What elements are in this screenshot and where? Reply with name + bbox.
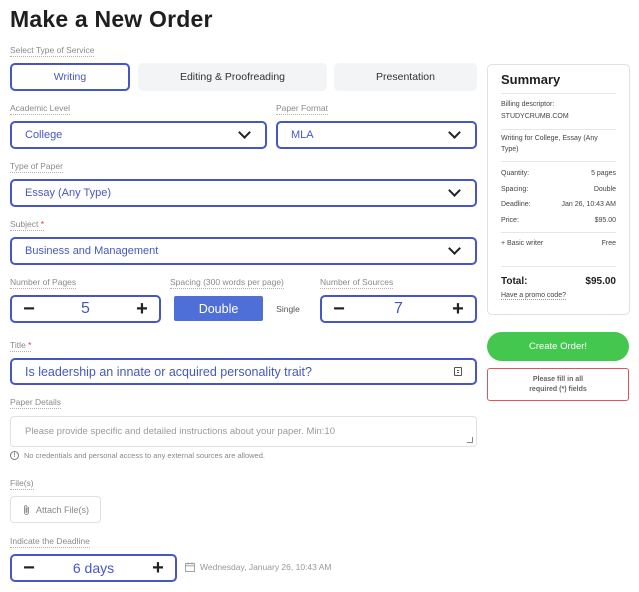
billing-descriptor-label: Billing descriptor: — [501, 101, 555, 108]
row-value: 5 pages — [591, 170, 616, 177]
spacing-double-button[interactable]: Double — [174, 296, 263, 321]
row-key: Price: — [501, 216, 519, 224]
paper-details-textarea[interactable]: Please provide specific and detailed ins… — [10, 416, 477, 447]
warning-line-2: required (*) fields — [529, 385, 587, 393]
total-divider — [501, 266, 616, 267]
paper-details-label: Paper Details — [10, 397, 62, 409]
paper-details-placeholder: Please provide specific and detailed ins… — [25, 426, 335, 437]
service-presentation[interactable]: Presentation — [334, 63, 477, 91]
total-label: Total: — [501, 276, 528, 287]
subject-select[interactable]: Business and Management — [10, 237, 477, 265]
type-of-paper-value: Essay (Any Type) — [25, 187, 111, 199]
service-writing[interactable]: Writing — [10, 63, 130, 91]
summary-row-spacing: Spacing: Double — [501, 182, 616, 198]
subject-value: Business and Management — [25, 245, 159, 257]
title-value: Is leadership an innate or acquired pers… — [25, 364, 312, 379]
service-editing[interactable]: Editing & Proofreading — [138, 63, 327, 91]
minus-icon[interactable]: − — [330, 299, 348, 319]
required-mark: * — [40, 219, 45, 229]
minus-icon[interactable]: − — [20, 558, 38, 578]
deadline-value: 6 days — [72, 560, 115, 576]
counter-icon — [454, 367, 462, 376]
chevron-down-icon — [448, 184, 461, 197]
order-description: Writing for College, Essay (Any Type) — [501, 134, 616, 162]
required-mark: * — [28, 340, 32, 350]
deadline-date-text: Wednesday, January 26, 10:43 AM — [200, 562, 332, 572]
pages-stepper[interactable]: − 5 + — [10, 295, 161, 323]
required-fields-warning: Please fill in all required (*) fields — [487, 368, 629, 401]
resize-handle-icon[interactable] — [467, 437, 473, 443]
summary-total: Total: $95.00 — [501, 276, 616, 287]
title-label-text: Title — [10, 340, 26, 350]
academic-level-label: Academic Level — [10, 103, 71, 115]
paperclip-icon — [24, 504, 29, 515]
pages-value: 5 — [81, 300, 90, 317]
row-key: Deadline: — [501, 201, 531, 208]
sources-label: Number of Sources — [320, 277, 394, 289]
deadline-label: Indicate the Deadline — [10, 536, 90, 548]
row-key: Spacing: — [501, 185, 529, 193]
paper-format-value: MLA — [291, 129, 314, 141]
academic-level-select[interactable]: College — [10, 121, 267, 149]
minus-icon[interactable]: − — [20, 299, 38, 319]
warning-line-1: Please fill in all — [532, 375, 584, 383]
title-input[interactable]: Is leadership an innate or acquired pers… — [10, 358, 477, 385]
row-value: Double — [593, 185, 616, 193]
files-label: File(s) — [10, 478, 34, 490]
type-of-paper-label: Type of Paper — [10, 161, 63, 173]
attach-files-button[interactable]: Attach File(s) — [10, 496, 101, 523]
subject-label-text: Subject — [10, 219, 39, 229]
title-label: Title * — [10, 340, 32, 352]
note-text: No credentials and personal access to an… — [24, 451, 265, 460]
summary-row-price: Price: $95.00 — [501, 213, 616, 229]
summary-row-quantity: Quantity: 5 pages — [501, 166, 616, 182]
chevron-down-icon — [238, 126, 251, 139]
summary-row-writer: + Basic writer Free — [501, 236, 616, 252]
plus-icon[interactable]: + — [449, 299, 467, 319]
paper-format-label: Paper Format — [276, 103, 328, 115]
promo-code-link[interactable]: Have a promo code? — [501, 292, 566, 300]
pages-label: Number of Pages — [10, 277, 77, 289]
row-value: Jan 26, 10:43 AM — [561, 201, 616, 208]
billing-descriptor-value: STUDYCRUMB.COM — [501, 111, 616, 130]
sources-value: 7 — [394, 300, 403, 317]
service-label: Select Type of Service — [10, 45, 95, 57]
chevron-down-icon — [448, 126, 461, 139]
spacing-label: Spacing (300 words per page) — [170, 277, 284, 289]
writer-value: Free — [601, 240, 616, 247]
info-icon: ! — [10, 451, 19, 460]
chevron-down-icon — [448, 242, 461, 255]
academic-level-value: College — [25, 129, 63, 141]
page-title: Make a New Order — [10, 6, 213, 32]
attach-files-label: Attach File(s) — [35, 504, 89, 515]
summary-rows: Quantity: 5 pages Spacing: Double Deadline… — [501, 166, 616, 233]
type-of-paper-select[interactable]: Essay (Any Type) — [10, 179, 477, 207]
summary-title: Summary — [501, 72, 616, 94]
sources-stepper[interactable]: − 7 + — [320, 295, 477, 323]
plus-icon[interactable]: + — [133, 299, 151, 319]
paper-format-select[interactable]: MLA — [276, 121, 477, 149]
row-key: Quantity: — [501, 170, 530, 177]
summary-panel: Summary Billing descriptor: STUDYCRUMB.C… — [487, 64, 630, 315]
deadline-stepper[interactable]: − 6 days + — [10, 554, 177, 582]
spacing-single-button[interactable]: Single — [263, 296, 313, 321]
summary-row-deadline: Deadline: Jan 26, 10:43 AM — [501, 197, 616, 213]
calendar-icon — [185, 562, 195, 572]
total-value: $95.00 — [585, 276, 616, 287]
paper-details-note: ! No credentials and personal access to … — [10, 451, 265, 460]
subject-label: Subject * — [10, 219, 45, 231]
create-order-button[interactable]: Create Order! — [487, 332, 629, 361]
plus-icon[interactable]: + — [149, 558, 167, 578]
deadline-date: Wednesday, January 26, 10:43 AM — [185, 562, 332, 572]
writer-label: + Basic writer — [501, 240, 544, 247]
row-value: $95.00 — [594, 216, 616, 224]
